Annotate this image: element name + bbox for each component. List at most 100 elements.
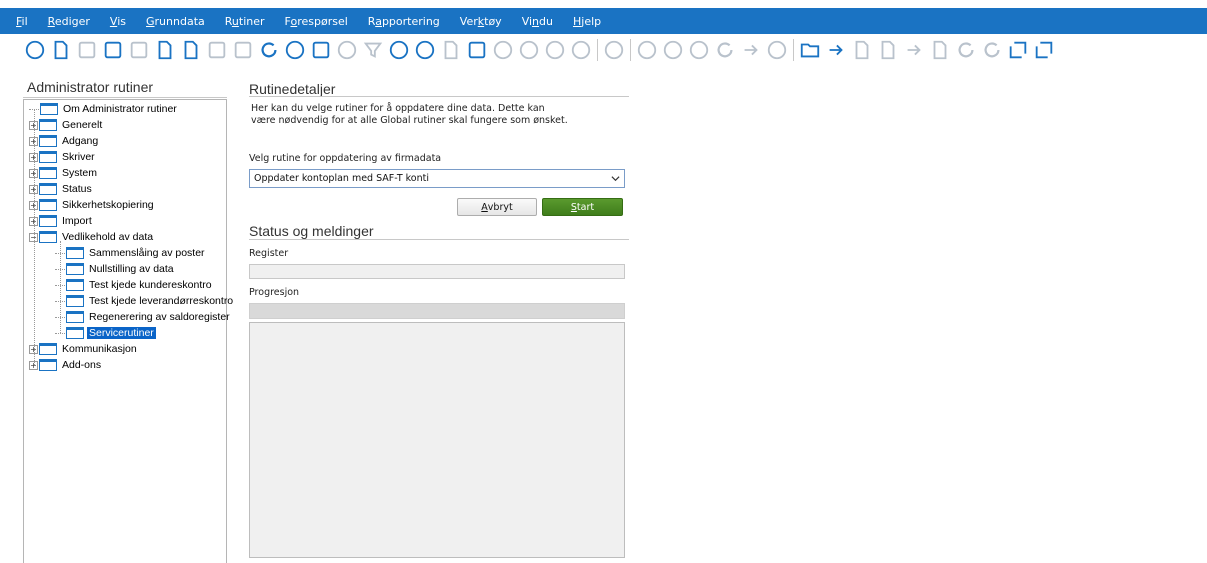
menu-item-mnemonic: R	[47, 14, 55, 28]
copy-button[interactable]	[152, 37, 178, 63]
cut-button[interactable]	[126, 37, 152, 63]
refresh-button[interactable]	[256, 37, 282, 63]
open-folder-button[interactable]	[797, 37, 823, 63]
report-button[interactable]	[849, 37, 875, 63]
tree-item-label: Regenerering av saldoregister	[89, 311, 230, 323]
menu-item[interactable]: Grunndata	[146, 15, 205, 28]
left-panel-divider	[23, 97, 227, 98]
paste-button[interactable]	[178, 37, 204, 63]
filter-icon	[363, 42, 383, 58]
new-document-icon	[54, 40, 68, 60]
tree-item[interactable]: + Skriver	[29, 149, 97, 165]
next-button[interactable]	[542, 37, 568, 63]
history-button[interactable]	[386, 37, 412, 63]
zoom-icon	[604, 40, 624, 60]
info-button[interactable]	[22, 37, 48, 63]
find-button[interactable]	[764, 37, 790, 63]
menu-item[interactable]: Vindu	[522, 15, 553, 28]
window-icon	[39, 135, 57, 147]
menu-item[interactable]: Rapportering	[368, 15, 440, 28]
tree-item[interactable]: + Add-ons	[29, 357, 103, 373]
menu-item[interactable]: Rutiner	[225, 15, 265, 28]
palette-button[interactable]	[464, 37, 490, 63]
first-button[interactable]	[490, 37, 516, 63]
edit-sign-icon	[829, 44, 843, 56]
tree-item-label: Sammenslåing av poster	[89, 247, 205, 259]
tree-item[interactable]: Nullstilling av data	[55, 261, 176, 277]
status-log[interactable]	[249, 322, 625, 558]
form-button[interactable]	[875, 37, 901, 63]
redo-button[interactable]	[979, 37, 1005, 63]
menu-item[interactable]: Hjelp	[573, 15, 601, 28]
tree-item[interactable]: Test kjede kundereskontro	[55, 277, 214, 293]
info-icon	[25, 40, 45, 60]
tree-item[interactable]: Regenerering av saldoregister	[55, 309, 232, 325]
start-button-label: tart	[576, 201, 595, 213]
menu-bar: Fil Rediger Vis Grunndata Rutiner Forespørsel…	[0, 8, 1207, 34]
tree-item[interactable]: Sammenslåing av poster	[55, 245, 207, 261]
menu-item-post: ediger	[54, 14, 90, 28]
back-button[interactable]	[634, 37, 660, 63]
menu-item[interactable]: Vis	[110, 15, 126, 28]
window-icon	[66, 311, 84, 323]
tree-item[interactable]: + Kommunikasjon	[29, 341, 139, 357]
last-button[interactable]	[568, 37, 594, 63]
previous-button[interactable]	[516, 37, 542, 63]
open-external-icon	[1009, 41, 1027, 59]
note-button[interactable]	[438, 37, 464, 63]
menu-item[interactable]: Forespørsel	[285, 15, 348, 28]
menu-item[interactable]: Fil	[16, 15, 28, 28]
toolbar-separator	[793, 39, 794, 61]
tree-item[interactable]: Servicerutiner	[55, 325, 156, 341]
tree-item[interactable]: + Import	[29, 213, 94, 229]
last-icon	[571, 40, 591, 60]
cancel-button[interactable]: Avbryt	[457, 198, 537, 216]
tree-item[interactable]: + Status	[29, 181, 94, 197]
preview-button[interactable]	[230, 37, 256, 63]
delete-button[interactable]	[100, 37, 126, 63]
menu-item-pre: Vi	[521, 14, 533, 28]
tree-item-label: Om Administrator rutiner	[63, 103, 177, 115]
reload-button[interactable]	[712, 37, 738, 63]
note-icon	[444, 40, 458, 60]
edit-sign-button[interactable]	[823, 37, 849, 63]
stop-button[interactable]	[686, 37, 712, 63]
new-document-button[interactable]	[48, 37, 74, 63]
menu-item-post: du	[539, 14, 553, 28]
window-icon	[66, 263, 84, 275]
search-button[interactable]	[334, 37, 360, 63]
home-button[interactable]	[738, 37, 764, 63]
print-icon	[208, 41, 226, 59]
zoom-button[interactable]	[601, 37, 627, 63]
routine-select[interactable]: Oppdater kontoplan med SAF-T konti	[249, 169, 625, 188]
text-button[interactable]	[927, 37, 953, 63]
globe-button[interactable]	[412, 37, 438, 63]
print-button[interactable]	[204, 37, 230, 63]
attachment-button[interactable]	[308, 37, 334, 63]
menu-item[interactable]: Verktøy	[460, 15, 502, 28]
tree-item[interactable]: + Generelt	[29, 117, 104, 133]
link-button[interactable]	[901, 37, 927, 63]
tree-item[interactable]: − Vedlikehold av data	[29, 229, 155, 245]
help-button[interactable]	[282, 37, 308, 63]
tree-item[interactable]: + System	[29, 165, 99, 181]
export-button[interactable]	[1031, 37, 1057, 63]
forward-button[interactable]	[660, 37, 686, 63]
details-title: Rutinedetaljer	[249, 81, 336, 97]
menu-item-post: il	[21, 14, 28, 28]
tree-item[interactable]: Om Administrator rutiner	[29, 101, 179, 117]
menu-item[interactable]: Rediger	[48, 15, 90, 28]
start-button[interactable]: Start	[542, 198, 623, 216]
register-field	[249, 264, 625, 279]
menu-item-post: pportering	[381, 14, 440, 28]
routine-tree[interactable]: Om Administrator rutiner + Generelt + Adgang…	[23, 99, 233, 563]
save-button[interactable]	[74, 37, 100, 63]
undo-button[interactable]	[953, 37, 979, 63]
tree-item-label: Status	[62, 183, 92, 195]
tree-item[interactable]: Test kjede leverandørreskontro	[55, 293, 235, 309]
register-label: Register	[249, 248, 289, 259]
filter-button[interactable]	[360, 37, 386, 63]
open-external-button[interactable]	[1005, 37, 1031, 63]
tree-item[interactable]: + Adgang	[29, 133, 100, 149]
tree-item[interactable]: + Sikkerhetskopiering	[29, 197, 156, 213]
